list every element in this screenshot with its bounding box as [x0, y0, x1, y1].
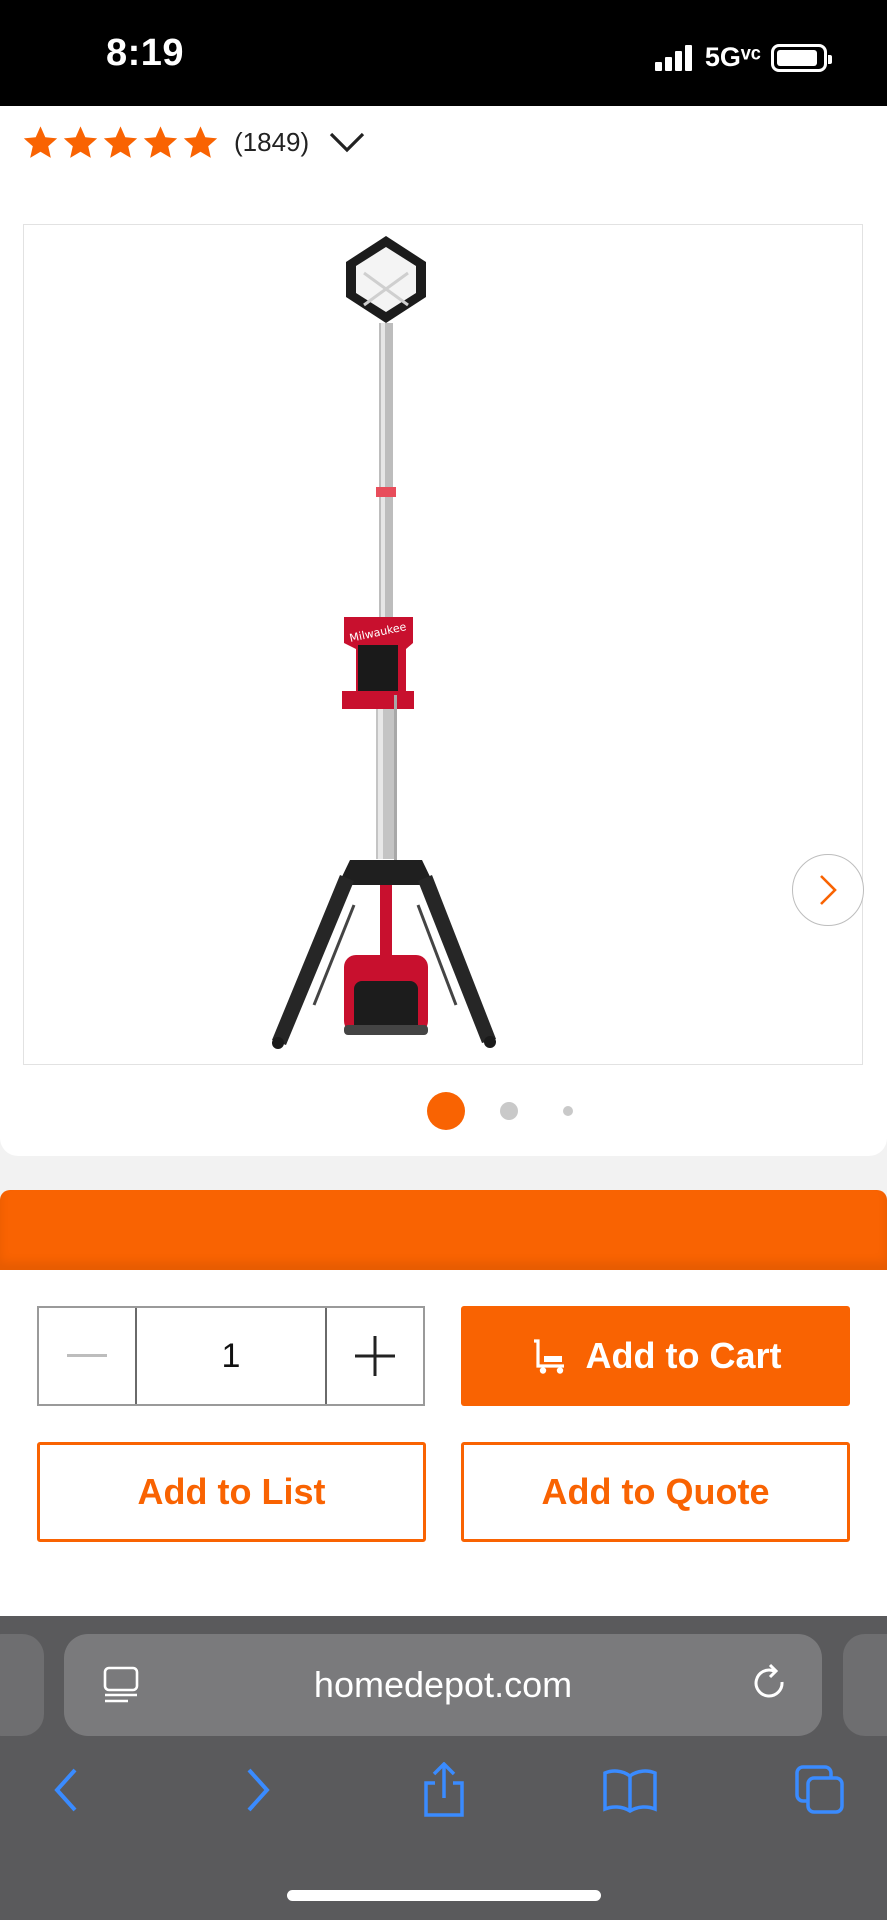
star-icon: [103, 125, 138, 158]
orange-banner: [0, 1190, 887, 1270]
quantity-input[interactable]: 1: [135, 1308, 327, 1404]
bookmarks-icon: [603, 1769, 657, 1813]
previous-tab-peek[interactable]: [0, 1634, 44, 1736]
add-to-quote-label: Add to Quote: [541, 1471, 770, 1512]
decrease-quantity-button[interactable]: [39, 1308, 135, 1404]
quantity-stepper: 1: [37, 1306, 425, 1406]
carousel-dot[interactable]: [563, 1106, 573, 1116]
share-icon: [424, 1762, 464, 1817]
address-bar[interactable]: homedepot.com: [64, 1634, 822, 1736]
next-image-button[interactable]: [792, 854, 864, 926]
forward-button[interactable]: [228, 1760, 288, 1820]
product-image[interactable]: Milwaukee: [23, 224, 864, 1065]
chevron-right-icon: [820, 875, 837, 905]
add-to-quote-button[interactable]: Add to Quote: [461, 1442, 850, 1542]
add-to-cart-button[interactable]: Add to Cart: [461, 1306, 850, 1406]
tabs-button[interactable]: [790, 1760, 850, 1820]
status-indicators: 5Gᵛᶜ: [654, 42, 832, 73]
status-bar: 8:19 5Gᵛᶜ: [0, 0, 887, 106]
carousel-dot[interactable]: [500, 1102, 518, 1120]
add-to-list-label: Add to List: [137, 1471, 326, 1512]
image-carousel-dots: [0, 1085, 887, 1135]
signal-icon: [654, 44, 695, 71]
page: 8:19 5Gᵛᶜ (1849) Milwaukee 1 Add to Cart…: [0, 0, 887, 1920]
battery-fill: [777, 49, 817, 66]
add-to-cart-label: Add to Cart: [585, 1335, 782, 1376]
product-photo-work-light: Milwaukee: [272, 236, 496, 1049]
browser-nav-toolbar: [0, 1752, 887, 1832]
rating-count: (1849): [234, 126, 310, 157]
carousel-dot-active[interactable]: [427, 1092, 465, 1130]
next-tab-peek[interactable]: [843, 1634, 887, 1736]
url-text: homedepot.com: [313, 1664, 573, 1705]
status-time: 8:19: [106, 32, 185, 74]
share-button[interactable]: [414, 1760, 474, 1820]
minus-icon: [67, 1354, 107, 1357]
star-icon: [63, 125, 98, 158]
network-label: 5Gᵛᶜ: [704, 42, 761, 72]
chevron-down-icon[interactable]: [327, 129, 367, 155]
star-icon: [183, 125, 218, 158]
bookmarks-button[interactable]: [600, 1760, 660, 1820]
forward-icon: [247, 1768, 270, 1812]
home-indicator[interactable]: [287, 1890, 601, 1901]
back-icon: [54, 1768, 77, 1812]
add-to-list-button[interactable]: Add to List: [37, 1442, 426, 1542]
back-button[interactable]: [36, 1760, 96, 1820]
battery-icon: [771, 43, 832, 72]
star-icon: [143, 125, 178, 158]
plus-icon: [355, 1336, 395, 1376]
star-icon: [23, 125, 58, 158]
star-rating: [22, 124, 222, 161]
reload-icon[interactable]: [748, 1662, 792, 1706]
increase-quantity-button[interactable]: [327, 1308, 423, 1404]
cart-icon: [533, 1339, 564, 1374]
tabs-icon: [795, 1765, 844, 1814]
rating-summary[interactable]: (1849): [22, 120, 367, 164]
